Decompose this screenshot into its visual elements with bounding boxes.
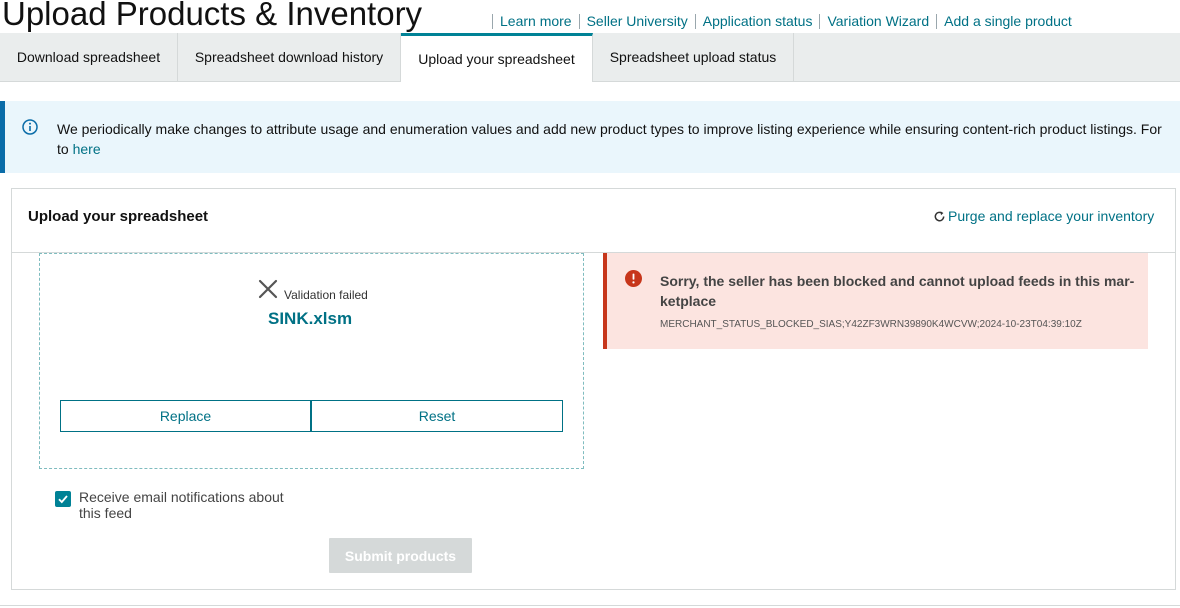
error-code: MERCHANT_STATUS_BLOCKED_SIAS;Y42ZF3WRN39… — [660, 319, 1082, 330]
purge-replace-link[interactable]: Purge and replace your inventory — [933, 208, 1154, 224]
purge-replace-label: Purge and replace your inventory — [948, 208, 1155, 224]
tab-download-history[interactable]: Spreadsheet download history — [178, 33, 401, 81]
validation-status: Validation failed — [284, 288, 368, 302]
email-notification-label[interactable]: Receive email notifications about this f… — [79, 489, 309, 521]
application-status-link[interactable]: Application status — [703, 13, 813, 29]
replace-button[interactable]: Replace — [60, 400, 311, 432]
reset-button[interactable]: Reset — [311, 400, 563, 432]
bottom-divider — [0, 605, 1180, 606]
info-line2-prefix: to — [57, 141, 73, 157]
info-banner-line1: We periodically make changes to attribut… — [57, 121, 1162, 137]
add-single-product-link[interactable]: Add a single product — [944, 13, 1072, 29]
checkmark-icon — [58, 495, 68, 504]
page-title: Upload Products & Inventory — [2, 0, 423, 32]
variation-wizard-link[interactable]: Variation Wizard — [827, 13, 929, 29]
error-message: Sorry, the seller has been blocked and c… — [660, 273, 1135, 309]
link-separator — [819, 13, 821, 29]
learn-more-link[interactable]: Learn more — [500, 13, 572, 29]
close-icon — [258, 279, 278, 299]
uploaded-file-name: SINK.xlsm — [268, 309, 353, 328]
here-link[interactable]: here — [73, 141, 101, 157]
tab-bar: Download spreadsheet Spreadsheet downloa… — [0, 33, 1180, 82]
info-banner-line2: to here — [57, 139, 1180, 159]
error-icon — [625, 270, 642, 287]
seller-university-link[interactable]: Seller University — [587, 13, 688, 29]
tab-upload-spreadsheet[interactable]: Upload your spreadsheet — [401, 33, 593, 82]
file-dropzone[interactable] — [39, 253, 584, 469]
link-separator — [578, 13, 580, 29]
submit-products-button[interactable]: Submit products — [329, 538, 472, 573]
refresh-icon — [934, 210, 945, 221]
info-banner-text: We periodically make changes to attribut… — [57, 119, 1180, 159]
link-separator — [936, 13, 938, 29]
link-separator — [694, 13, 696, 29]
email-notification-checkbox[interactable] — [55, 491, 71, 507]
link-separator — [492, 13, 493, 29]
tab-download-spreadsheet[interactable]: Download spreadsheet — [0, 33, 178, 81]
info-icon — [22, 119, 38, 135]
header-links: Learn more Seller University Application… — [492, 13, 1072, 29]
tab-upload-status[interactable]: Spreadsheet upload status — [593, 33, 794, 81]
panel-title: Upload your spreadsheet — [28, 208, 209, 225]
